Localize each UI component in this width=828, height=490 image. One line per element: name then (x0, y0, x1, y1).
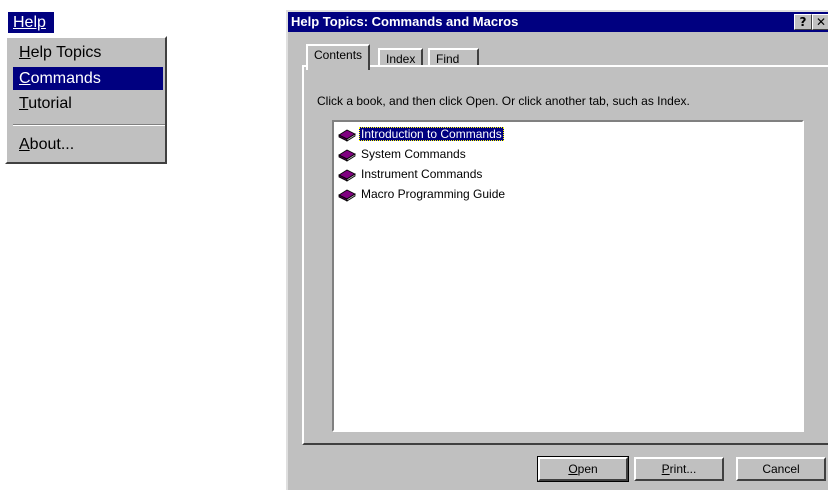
menu-item-mnemonic: T (19, 95, 29, 112)
topic-item-introduction[interactable]: Introduction to Commands (338, 126, 504, 142)
menu-item-mnemonic: C (19, 70, 31, 87)
tab-contents[interactable]: Contents (306, 44, 371, 70)
help-menu-dropdown: Help Topics Commands Tutorial About... (5, 36, 167, 164)
topic-item-macro-programming-guide[interactable]: Macro Programming Guide (338, 186, 507, 202)
menu-item-commands[interactable]: Commands (13, 67, 163, 90)
dialog-titlebar[interactable]: Help Topics: Commands and Macros ? ✕ (288, 12, 828, 32)
book-icon (338, 149, 356, 162)
button-mnemonic: P (661, 462, 670, 476)
book-icon (338, 189, 356, 202)
button-label: pen (577, 462, 598, 476)
button-mnemonic: O (568, 462, 578, 476)
book-icon (338, 169, 356, 182)
menu-item-mnemonic: A (19, 136, 30, 153)
help-icon[interactable]: ? (794, 14, 812, 30)
button-label: rint... (669, 462, 697, 476)
instructions-text: Click a book, and then click Open. Or cl… (317, 94, 690, 108)
topic-label: Introduction to Commands (359, 127, 504, 141)
menu-item-help-topics[interactable]: Help Topics (13, 41, 163, 64)
book-icon (338, 129, 356, 142)
topic-label: System Commands (361, 147, 466, 161)
topic-item-instrument-commands[interactable]: Instrument Commands (338, 166, 484, 182)
help-topics-dialog: Help Topics: Commands and Macros ? ✕ Con… (286, 10, 828, 490)
menu-item-about[interactable]: About... (13, 133, 163, 156)
open-button[interactable]: Open (537, 456, 629, 482)
dialog-title: Help Topics: Commands and Macros (291, 14, 519, 29)
help-menu-header-mnemonic: Help (13, 14, 46, 31)
close-icon[interactable]: ✕ (812, 14, 828, 30)
topic-item-system-commands[interactable]: System Commands (338, 146, 468, 162)
menu-item-mnemonic: H (19, 44, 31, 61)
topic-label: Macro Programming Guide (361, 187, 506, 201)
cancel-button[interactable]: Cancel (736, 457, 826, 481)
menu-item-label: utorial (28, 95, 72, 112)
menu-item-tutorial[interactable]: Tutorial (13, 92, 163, 115)
tab-index[interactable]: Index (378, 48, 424, 66)
help-menu-header[interactable]: Help (8, 12, 54, 33)
topics-list[interactable]: Introduction to Commands System Commands… (332, 120, 804, 432)
menu-item-label: elp Topics (30, 44, 102, 61)
tab-find[interactable]: Find (428, 48, 480, 66)
menu-item-label: ommands (30, 70, 101, 87)
menu-separator (13, 124, 165, 126)
topic-label: Instrument Commands (361, 167, 483, 181)
print-button[interactable]: Print... (634, 457, 724, 481)
menu-item-label: bout... (29, 136, 75, 153)
